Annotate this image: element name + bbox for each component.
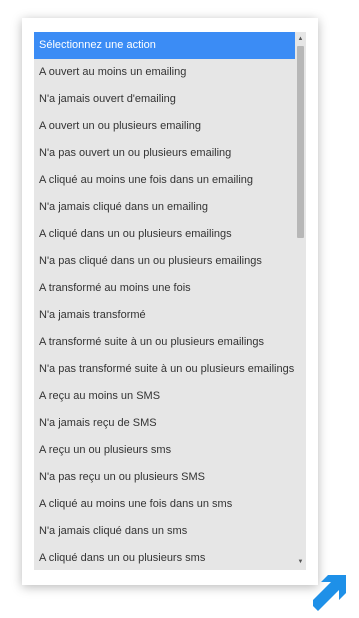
option-never-received-sms[interactable]: N'a jamais reçu de SMS xyxy=(34,410,295,437)
dropdown-card: Sélectionnez une action A ouvert au moin… xyxy=(22,18,318,585)
vertical-scrollbar[interactable]: ▲ ▼ xyxy=(295,32,306,570)
option-never-clicked-sms[interactable]: N'a jamais cliqué dans un sms xyxy=(34,518,295,545)
option-never-opened-emailing[interactable]: N'a jamais ouvert d'emailing xyxy=(34,86,295,113)
action-options: Sélectionnez une action A ouvert au moin… xyxy=(34,32,295,570)
option-clicked-one-or-more-emailings[interactable]: A cliqué dans un ou plusieurs emailings xyxy=(34,221,295,248)
triangle-up-icon[interactable]: ▲ xyxy=(295,34,306,45)
option-clicked-one-or-more-sms[interactable]: A cliqué dans un ou plusieurs sms xyxy=(34,545,295,570)
scroll-thumb[interactable] xyxy=(297,46,304,238)
option-select-action[interactable]: Sélectionnez une action xyxy=(34,32,295,59)
option-not-received-one-or-more-sms[interactable]: N'a pas reçu un ou plusieurs SMS xyxy=(34,464,295,491)
action-listbox[interactable]: Sélectionnez une action A ouvert au moin… xyxy=(34,32,306,570)
option-not-clicked-one-or-more-emailings[interactable]: N'a pas cliqué dans un ou plusieurs emai… xyxy=(34,248,295,275)
option-not-converted-after-emailings[interactable]: N'a pas transformé suite à un ou plusieu… xyxy=(34,356,295,383)
option-not-opened-one-or-more-emailing[interactable]: N'a pas ouvert un ou plusieurs emailing xyxy=(34,140,295,167)
option-never-clicked-emailing[interactable]: N'a jamais cliqué dans un emailing xyxy=(34,194,295,221)
option-received-at-least-one-sms[interactable]: A reçu au moins un SMS xyxy=(34,383,295,410)
option-opened-one-or-more-emailing[interactable]: A ouvert un ou plusieurs emailing xyxy=(34,113,295,140)
option-clicked-at-least-once-emailing[interactable]: A cliqué au moins une fois dans un email… xyxy=(34,167,295,194)
option-converted-after-emailings[interactable]: A transformé suite à un ou plusieurs ema… xyxy=(34,329,295,356)
option-opened-at-least-one-emailing[interactable]: A ouvert au moins un emailing xyxy=(34,59,295,86)
triangle-down-icon[interactable]: ▼ xyxy=(295,557,306,568)
option-clicked-at-least-once-sms[interactable]: A cliqué au moins une fois dans un sms xyxy=(34,491,295,518)
option-received-one-or-more-sms[interactable]: A reçu un ou plusieurs sms xyxy=(34,437,295,464)
option-never-converted[interactable]: N'a jamais transformé xyxy=(34,302,295,329)
option-converted-at-least-once[interactable]: A transformé au moins une fois xyxy=(34,275,295,302)
diagonal-arrow-icon xyxy=(313,575,346,611)
